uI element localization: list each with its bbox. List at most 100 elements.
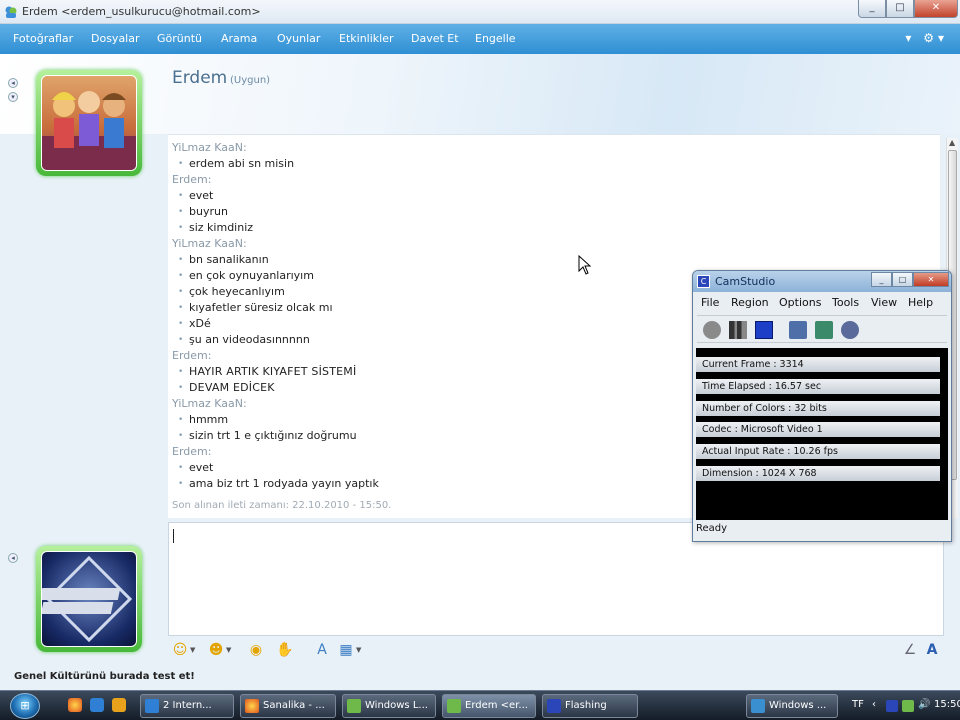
camstudio-menu-view[interactable]: View [871, 296, 897, 309]
camstudio-menu-options[interactable]: Options [779, 296, 821, 309]
text-caret [173, 529, 174, 543]
emoticon-dropdown-icon[interactable]: ▼ [190, 646, 195, 654]
message-line: evet [172, 460, 572, 476]
messenger-icon [347, 699, 361, 713]
taskbar-item-windows-live[interactable]: Windows L... [342, 694, 436, 718]
stat-number-of-colors: Number of Colors : 32 bits [696, 401, 940, 416]
message-line: kıyafetler süresiz olcak mı [172, 300, 572, 316]
scroll-up-icon[interactable]: ▲ [949, 138, 955, 147]
menu-call[interactable]: Arama [221, 32, 257, 45]
message-list: YiLmaz KaaN: erdem abi sn misin Erdem: e… [172, 140, 572, 492]
menu-invite[interactable]: Davet Et [411, 32, 459, 45]
collapse-icon[interactable]: ◂ [8, 78, 18, 88]
camstudio-icon: C [697, 275, 710, 288]
taskbar-item-flashing[interactable]: Flashing [542, 694, 638, 718]
menu-tools-icon[interactable]: ▾ ⚙▾ [905, 31, 948, 45]
camstudio-close-button[interactable]: ✕ [913, 272, 949, 287]
message-line: sizin trt 1 e çıktığınız doğrumu [172, 428, 572, 444]
taskbar-item-label: Sanalika - ... [263, 700, 325, 711]
stat-time-elapsed: Time Elapsed : 16.57 sec [696, 379, 940, 394]
wink-icon[interactable]: ☻ [208, 642, 224, 658]
menu-video[interactable]: Görüntü [157, 32, 202, 45]
media-quicklaunch-icon[interactable] [112, 698, 126, 712]
message-line: buyrun [172, 204, 572, 220]
message-sender: Erdem: [172, 445, 212, 458]
message-line: DEVAM EDİCEK [172, 380, 572, 396]
clock[interactable]: 15:50 [934, 699, 960, 710]
message-line: şu an videodasınnnnn [172, 332, 572, 348]
message-line: evet [172, 188, 572, 204]
camstudio-title: CamStudio [715, 275, 776, 288]
contact-avatar-image [41, 75, 137, 171]
camstudio-window: C CamStudio _ □ ✕ File Region Options To… [692, 270, 952, 542]
camstudio-menu-region[interactable]: Region [731, 296, 769, 309]
maximize-button[interactable]: □ [886, 0, 914, 18]
tray-camstudio-icon[interactable] [886, 700, 898, 712]
stop-icon[interactable] [755, 321, 773, 339]
tray-expand-icon[interactable]: ‹ [872, 699, 876, 710]
stat-current-frame: Current Frame : 3314 [696, 357, 940, 372]
volume-icon[interactable]: 🔊 [918, 699, 930, 710]
text-mode-icon[interactable]: A [924, 642, 940, 658]
taskbar-item-label: Flashing [565, 700, 607, 711]
menu-photos[interactable]: Fotoğraflar [13, 32, 73, 45]
menu-files[interactable]: Dosyalar [91, 32, 140, 45]
taskbar-item-sanalika[interactable]: Sanalika - ... [240, 694, 336, 718]
camstudio-maximize-button[interactable]: □ [892, 272, 913, 287]
stat-dimension: Dimension : 1024 X 768 [696, 466, 940, 481]
emoticon-icon[interactable]: ☺ [172, 642, 188, 658]
menu-block[interactable]: Engelle [475, 32, 516, 45]
taskbar-item-label: Erdem <er... [465, 700, 528, 711]
record-icon[interactable] [703, 321, 721, 339]
nudge-icon[interactable]: ✋ [276, 642, 293, 658]
wink-dropdown-icon[interactable]: ▼ [226, 646, 231, 654]
own-avatar[interactable] [36, 546, 142, 652]
background-icon[interactable]: ▦ [338, 642, 354, 658]
taskbar: ⊞ 2 Intern... Sanalika - ... Windows L..… [0, 690, 960, 720]
voice-clip-icon[interactable]: ◉ [248, 642, 264, 658]
message-sender: YiLmaz KaaN: [172, 237, 247, 250]
camstudio-menu-tools[interactable]: Tools [832, 296, 859, 309]
language-indicator[interactable]: TF [852, 699, 864, 710]
ie-icon [145, 699, 159, 713]
camstudio-minimize-button[interactable]: _ [871, 272, 892, 287]
pin-icon[interactable]: ▾ [8, 92, 18, 102]
minimize-button[interactable]: _ [858, 0, 886, 18]
ie-quicklaunch-icon[interactable] [90, 698, 104, 712]
region-icon[interactable] [789, 321, 807, 339]
message-line: siz kimdiniz [172, 220, 572, 236]
conversation-banner [0, 54, 960, 134]
system-tray: TF ‹ 🔊 15:50 [840, 691, 960, 720]
chrome-icon [245, 699, 259, 713]
start-button[interactable]: ⊞ [10, 693, 40, 719]
camstudio-menubar: File Region Options Tools View Help [693, 293, 951, 313]
message-line: erdem abi sn misin [172, 156, 572, 172]
options-icon[interactable] [815, 321, 833, 339]
tray-messenger-icon[interactable] [902, 700, 914, 712]
taskbar-item-windows[interactable]: Windows ... [746, 694, 838, 718]
camstudio-menu-file[interactable]: File [701, 296, 719, 309]
message-sender: Erdem: [172, 349, 212, 362]
chrome-quicklaunch-icon[interactable] [68, 698, 82, 712]
collapse-own-avatar-icon[interactable]: ◂ [8, 553, 18, 563]
message-line: ama biz trt 1 rodyada yayın yaptık [172, 476, 572, 492]
taskbar-item-label: Windows ... [769, 700, 827, 711]
camstudio-titlebar: C CamStudio _ □ ✕ [693, 271, 951, 292]
camstudio-status: Ready [696, 523, 728, 534]
promo-link[interactable]: Genel Kültürünü burada test et! [14, 671, 195, 682]
taskbar-item-internet[interactable]: 2 Intern... [140, 694, 234, 718]
input-toolbar: ☺ ▼ ☻ ▼ ◉ ✋ A ▦ ▼ ∠ A [168, 638, 944, 664]
background-dropdown-icon[interactable]: ▼ [356, 646, 361, 654]
contact-avatar[interactable] [36, 70, 142, 176]
camstudio-menu-help[interactable]: Help [908, 296, 933, 309]
annotation-icon[interactable] [841, 321, 859, 339]
close-button[interactable]: ✕ [914, 0, 958, 18]
pause-icon[interactable] [729, 321, 747, 339]
menu-games[interactable]: Oyunlar [277, 32, 320, 45]
font-icon[interactable]: A [314, 642, 330, 658]
own-avatar-image [41, 551, 137, 647]
menu-activities[interactable]: Etkinlikler [339, 32, 394, 45]
window-title: Erdem <erdem_usulkurucu@hotmail.com> [22, 5, 261, 18]
handwriting-icon[interactable]: ∠ [902, 642, 918, 658]
taskbar-item-erdem[interactable]: Erdem <er... [442, 694, 536, 718]
